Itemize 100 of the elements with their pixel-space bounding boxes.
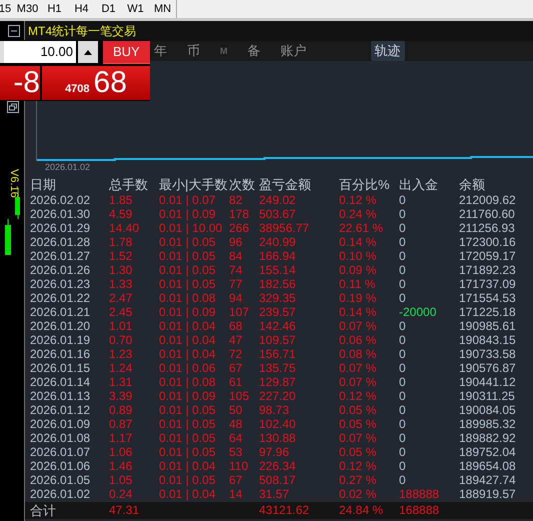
table-cell-text: 2026.01.23 [30,277,92,291]
buy-button[interactable]: BUY [102,41,150,64]
timeframe-button[interactable]: H4 [68,3,95,15]
table-cell-text: 0.07 % [339,319,378,333]
table-cell-text: 0.01 | 0.09 [159,207,216,221]
table-cell-text: 1.17 [109,431,134,445]
table-cell-text: 171737.09 [459,277,517,291]
table-cell-text: 2026.02.02 [30,193,92,207]
table-cell-text: 188888 [399,487,440,501]
timeframe-button[interactable]: M30 [14,3,41,15]
table-cell-text: 171892.23 [459,263,517,277]
table-cell-text: 1.01 [109,319,134,333]
lot-field[interactable]: 10.00 [0,41,76,63]
table-cell-text: 190843.15 [459,333,517,347]
table-cell-text: 0 [399,249,407,263]
timeframe-button[interactable]: H1 [41,3,68,15]
table-cell-text: 0 [399,375,407,389]
table-cell-text: 1.52 [109,249,134,263]
tab[interactable]: 年 [150,41,171,61]
table-cell-text: 190985.61 [459,319,517,333]
table-cell-text: 0.05 % [339,417,378,431]
table-cell-text: 2026.01.29 [30,221,92,235]
table-cell-text: 0 [399,291,407,305]
table-cell-text: 0 [399,333,407,347]
table-cell-text: 94 [229,291,244,305]
table-cell-text: 503.67 [259,207,297,221]
table-cell-text: 0 [399,473,407,487]
table-cell-text: 47.31 [109,502,140,519]
table-cell-text: 190084.05 [459,403,517,417]
tab[interactable]: 账户 [276,41,310,61]
table-cell-text: 1.06 [109,445,134,459]
table-cell-text: 0.01 | 0.05 [159,403,216,417]
table-cell-text: 211760.60 [459,207,516,221]
table-cell-text: 240.99 [259,235,297,249]
restore-icon[interactable] [7,101,19,113]
table-cell-text: 2026.01.13 [30,389,92,403]
table-cell-text: 2.47 [109,291,134,305]
table-cell-text: 211256.93 [459,221,516,235]
table-cell-text: 2026.01.15 [30,361,92,375]
table-cell-text: 0.01 | 0.06 [159,361,216,375]
table-cell-text: 38956.77 [259,221,310,235]
table-cell-text: 172059.17 [459,249,517,263]
table-cell-text: 0.19 % [339,291,378,305]
column-header: 百分比% [339,177,391,193]
table-cell-text: 22.61 % [339,221,384,235]
table-cell-text: 155.14 [259,263,297,277]
table-cell-text: 142.46 [259,319,297,333]
table-cell-text: 0.01 | 0.05 [159,249,216,263]
table-cell-text: 0.01 | 0.05 [159,235,216,249]
table-cell-text: 227.20 [259,389,297,403]
table-cell-text: 0.09 % [339,263,378,277]
table-cell-text: 0.01 | 0.09 [159,305,216,319]
table-cell-text: 1.85 [109,193,134,207]
timeframe-button[interactable]: W1 [122,3,149,15]
table-cell-text: 190311.25 [459,389,516,403]
table-cell-text: 68 [229,319,244,333]
table-cell-text: 1.31 [109,375,134,389]
minimize-icon[interactable] [8,25,20,37]
column-header: 出入金 [399,177,439,193]
table-cell-text: 0.89 [109,403,134,417]
table-cell-text: 1.78 [109,235,134,249]
timeframe-button[interactable]: MN [149,3,176,15]
buy-price-button[interactable]: 4708 68 [42,66,150,100]
table-cell-text: 2026.01.27 [30,249,92,263]
increase-button[interactable] [78,41,98,63]
table-cell-text: 97.96 [259,445,290,459]
column-header: 日期 [30,177,57,193]
table-cell-text: 239.57 [259,305,297,319]
table-cell-text: 61 [229,375,244,389]
table-cell-text: 4.59 [109,207,134,221]
table-cell-text: 2026.01.09 [30,417,92,431]
table-cell-text: 1.30 [109,263,134,277]
table-cell-text: 190441.12 [459,375,517,389]
column-header: 总手数 [109,177,149,193]
table-cell-text: 212009.62 [459,193,517,207]
table-cell-text: 171225.18 [459,305,517,319]
sell-price-button[interactable]: -8 [0,66,40,100]
table-cell-text: 31.57 [259,487,290,501]
table-cell-text: 107 [229,305,250,319]
table-cell-text: 0 [399,389,407,403]
tab[interactable]: 轨迹 [370,41,404,61]
table-cell-text: 0 [399,431,407,445]
table-cell-text: 2026.01.14 [30,375,92,389]
table-cell-text: 0 [399,347,407,361]
up-arrow-icon [84,50,92,54]
table-cell-text: 2026.01.30 [30,207,92,221]
table-cell-text: 98.73 [259,403,290,417]
table-cell-text: 266 [229,221,250,235]
timeframe-button[interactable]: D1 [95,3,122,15]
table-cell-text: 50 [229,403,244,417]
tab[interactable]: 备 [244,41,264,61]
table-cell-text: 172300.16 [459,235,517,249]
table-cell-text: 0.24 % [339,207,378,221]
tab[interactable]: 币 [183,41,204,61]
table-cell-text: 2026.01.05 [30,473,92,487]
table-cell-text: 0.05 % [339,403,378,417]
timeframe-button[interactable]: 15 [0,3,14,15]
table-cell-text: 1.23 [109,347,134,361]
table-cell-text: 0.27 % [339,473,378,487]
table-cell-text: 1.05 [109,473,134,487]
